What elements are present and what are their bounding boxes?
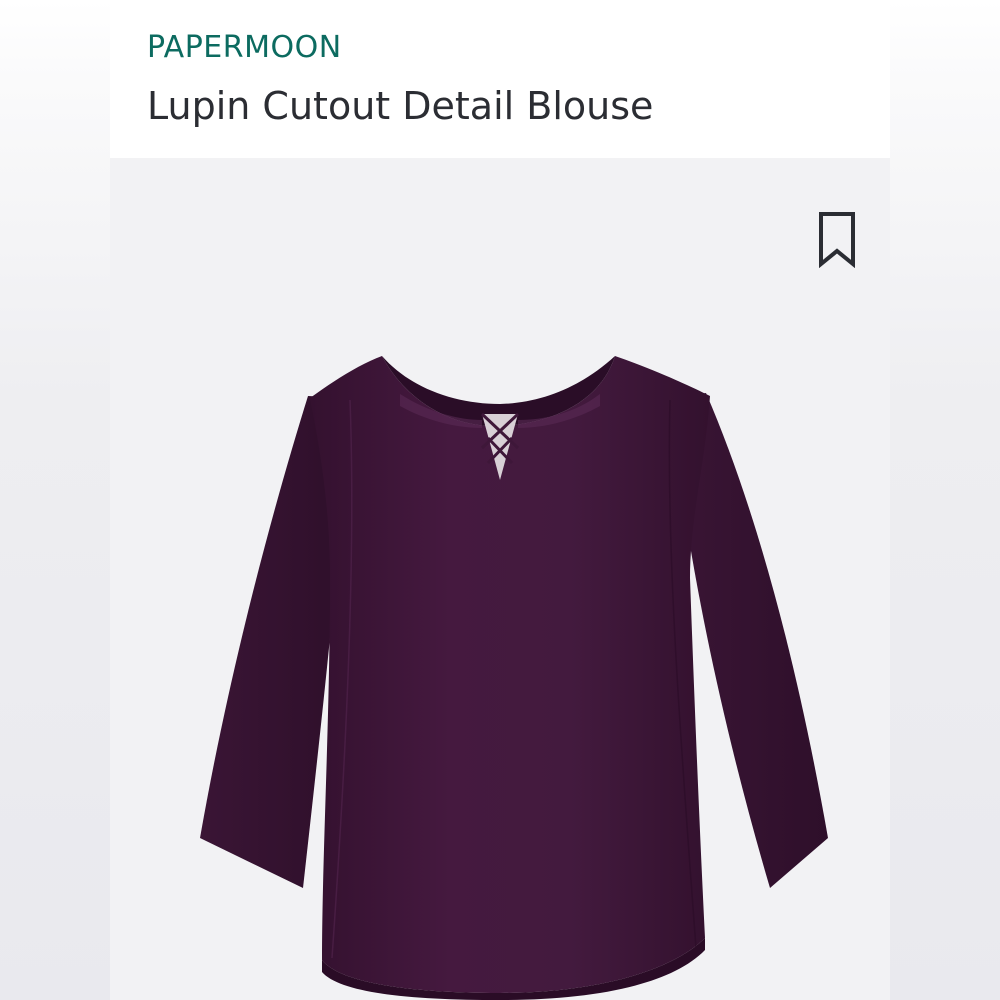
product-title: Lupin Cutout Detail Blouse [147,84,654,128]
blouse-image [200,356,828,1000]
brand-name[interactable]: PAPERMOON [147,30,342,65]
product-card: PAPERMOON Lupin Cutout Detail Blouse [110,0,890,1000]
product-image[interactable] [110,158,890,1000]
left-backdrop [0,0,110,1000]
bookmark-icon[interactable] [814,210,860,268]
product-header: PAPERMOON Lupin Cutout Detail Blouse [110,0,890,158]
right-backdrop [890,0,1000,1000]
